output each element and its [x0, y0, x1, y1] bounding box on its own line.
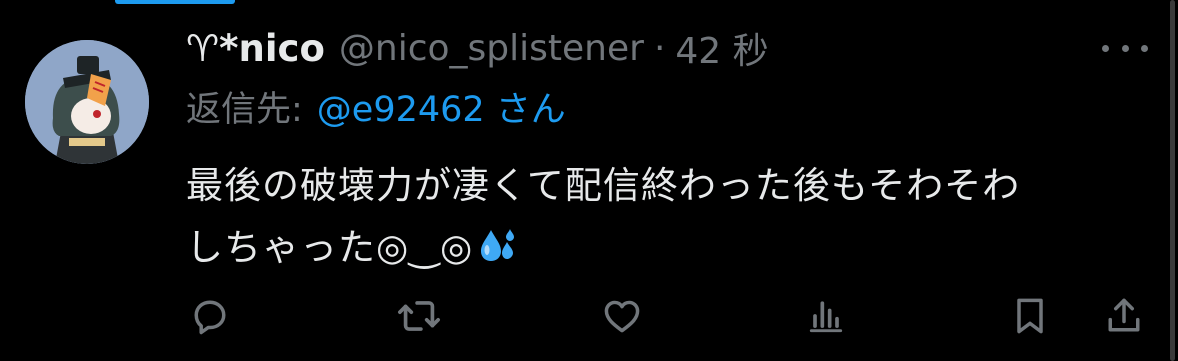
tweet-body: 最後の破壊力が凄くて配信終わった後もそわそわ しちゃった◎‿◎: [186, 155, 1136, 287]
more-icon-dot: [1141, 44, 1148, 52]
share-icon: [1108, 298, 1140, 332]
reply-icon: [194, 300, 226, 335]
display-name[interactable]: ♈*nico: [186, 27, 325, 70]
scrollbar[interactable]: [1170, 0, 1175, 361]
reply-prefix: 返信先:: [186, 89, 303, 130]
share-button[interactable]: [1098, 290, 1150, 342]
tweet[interactable]: ♈*nico @nico_splistener · 42 秒 返信先: @e92…: [0, 0, 1165, 361]
avatar[interactable]: [25, 40, 149, 164]
more-icon-dot: [1121, 44, 1129, 52]
reply-button[interactable]: [184, 290, 236, 342]
tweet-actions: [0, 290, 1165, 350]
user-handle[interactable]: @nico_splistener: [339, 28, 644, 69]
views-icon: [809, 301, 843, 333]
retweet-icon: [398, 301, 440, 331]
timestamp[interactable]: 42 秒: [675, 22, 768, 74]
tweet-text-line: 最後の破壊力が凄くて配信終わった後もそわそわ: [186, 164, 1021, 207]
bookmark-icon: [1017, 298, 1043, 334]
avatar-image: [25, 40, 149, 164]
reply-context: 返信先: @e92462 さん: [186, 80, 566, 132]
tweet-text-line-2: しちゃった◎‿◎: [186, 217, 1136, 287]
bookmark-button[interactable]: [1004, 290, 1056, 342]
reply-mention-link[interactable]: @e92462 さん: [317, 81, 566, 132]
separator-dot: ·: [653, 27, 666, 69]
tweet-header: ♈*nico @nico_splistener · 42 秒: [186, 20, 769, 76]
more-options-button[interactable]: [1102, 38, 1148, 58]
views-button[interactable]: [800, 290, 852, 342]
more-icon: [1102, 44, 1109, 52]
sweat-droplets-emoji: [477, 225, 519, 287]
heart-icon: [604, 300, 640, 333]
tweet-text-line: しちゃった◎‿◎: [186, 226, 474, 269]
retweet-button[interactable]: [393, 290, 445, 342]
like-button[interactable]: [596, 290, 648, 342]
